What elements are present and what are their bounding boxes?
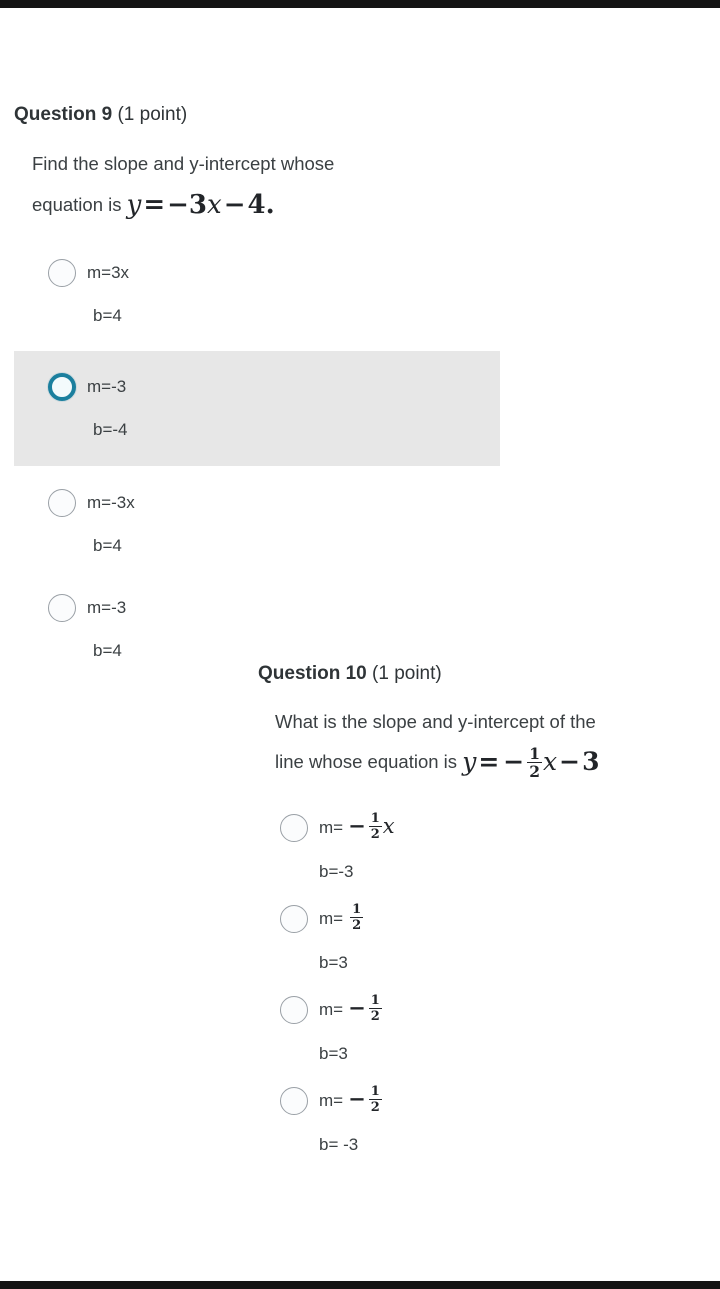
q9-option-1[interactable]: m=3x b=4 xyxy=(14,253,514,332)
q10-option-1-fraction: 12 xyxy=(368,811,382,843)
q10-option-2-intercept: b=3 xyxy=(319,953,348,973)
question-10-stem-line-2: line whose equation is y= −1 2 x−3 xyxy=(275,739,715,785)
q10-option-1-intercept: b=-3 xyxy=(319,862,354,882)
equation-minus-2: − xyxy=(559,747,581,777)
equation-equals: = xyxy=(478,747,500,777)
q10-option-3-fraction-denominator: 2 xyxy=(370,1009,380,1025)
equation-constant: 3 xyxy=(582,747,600,777)
q10-option-3-slope-math: −1 2 xyxy=(346,993,383,1025)
question-9-stem-line-1: Find the slope and y-intercept whose xyxy=(32,152,335,174)
q10-option-2[interactable]: m= 12 b=3 xyxy=(280,902,710,973)
q10-option-4-slope-math: −1 2 xyxy=(346,1084,383,1116)
q10-option-4[interactable]: m= −1 2 b= -3 xyxy=(280,1084,710,1155)
equation-lhs: y xyxy=(462,747,477,777)
q9-option-3[interactable]: m=-3x b=4 xyxy=(14,483,514,562)
question-10-block: Question 10 (1 point) What is the slope … xyxy=(258,663,710,1155)
q10-option-2-radio-icon[interactable] xyxy=(280,904,308,933)
q10-option-2-fraction: 12 xyxy=(350,902,364,934)
q10-option-2-slope-math: 12 xyxy=(345,902,364,934)
q10-option-1-minus: − xyxy=(348,813,366,839)
equation-terms: −3x−4 xyxy=(167,190,266,221)
q9-option-4[interactable]: m=-3 b=4 xyxy=(14,588,514,667)
q9-option-2-radio-icon[interactable] xyxy=(48,373,76,402)
q10-option-3-intercept: b=3 xyxy=(319,1044,348,1064)
q9-option-3-slope: m=-3x xyxy=(87,493,135,513)
q10-option-2-minus xyxy=(345,904,349,929)
q10-option-2-slope-prefix: m= xyxy=(319,908,344,928)
q10-option-1-variable: x xyxy=(382,814,395,839)
q10-option-4-fraction-denominator: 2 xyxy=(370,1100,380,1116)
equation-equals: = xyxy=(143,190,166,221)
q10-option-1-radio-icon[interactable] xyxy=(280,813,308,842)
q9-option-4-slope: m=-3 xyxy=(87,598,127,618)
question-10-points: (1 point) xyxy=(372,663,442,684)
question-9-block: Question 9 (1 point) Find the slope and … xyxy=(14,104,514,667)
question-10-heading: Question 10 (1 point) xyxy=(258,663,710,686)
q10-option-4-slope-prefix: m= xyxy=(319,1090,344,1110)
q10-option-2-fraction-numerator: 1 xyxy=(350,902,364,919)
q9-option-2-intercept: b=-4 xyxy=(93,420,128,440)
q10-option-3-fraction-numerator: 1 xyxy=(368,993,382,1010)
q10-option-3[interactable]: m= −1 2 b=3 xyxy=(280,993,710,1064)
equation-variable: x xyxy=(543,747,558,777)
equation-period: . xyxy=(265,190,275,221)
bottom-black-bar xyxy=(0,1281,720,1289)
equation-fraction-numerator: 1 xyxy=(527,743,543,764)
question-9-heading: Question 9 (1 point) xyxy=(14,104,514,127)
q10-option-4-fraction: 12 xyxy=(368,1084,382,1116)
question-9-stem-line-2: equation is y=−3x−4. xyxy=(32,181,452,229)
q9-option-4-intercept: b=4 xyxy=(93,641,122,661)
q10-option-3-fraction: 12 xyxy=(368,993,382,1025)
q10-option-4-intercept: b= -3 xyxy=(319,1135,359,1155)
q10-option-1-slope-math: −1 2 x xyxy=(346,811,395,843)
q9-option-1-radio-icon[interactable] xyxy=(48,259,76,288)
q10-option-4-radio-icon[interactable] xyxy=(280,1086,308,1115)
question-9-equation: y=−3x−4. xyxy=(127,181,275,229)
question-10-stem-line-1: What is the slope and y-intercept of the xyxy=(275,710,596,732)
equation-minus: − xyxy=(503,747,525,777)
question-9-stem: Find the slope and y-intercept whose equ… xyxy=(32,147,452,229)
q9-option-3-radio-icon[interactable] xyxy=(48,489,76,518)
q9-option-3-intercept: b=4 xyxy=(93,536,122,556)
top-black-bar xyxy=(0,0,720,8)
question-9-points: (1 point) xyxy=(117,104,188,125)
equation-fraction: 12 xyxy=(527,743,543,782)
equation-fraction-denominator: 2 xyxy=(529,762,541,782)
q10-option-4-fraction-numerator: 1 xyxy=(368,1084,382,1101)
question-10-stem-prefix: line whose equation is xyxy=(275,751,458,773)
q10-option-3-slope-prefix: m= xyxy=(319,999,344,1019)
equation-lhs: y xyxy=(126,190,142,221)
q9-option-1-slope: m=3x xyxy=(87,263,130,283)
quiz-page: Question 9 (1 point) Find the slope and … xyxy=(0,8,720,1281)
question-9-stem-prefix: equation is xyxy=(32,194,122,216)
q10-option-1[interactable]: m= −1 2 x b=-3 xyxy=(280,811,710,882)
question-10-stem: What is the slope and y-intercept of the… xyxy=(275,705,715,785)
q10-option-1-fraction-numerator: 1 xyxy=(368,811,382,828)
q10-option-2-fraction-denominator: 2 xyxy=(352,918,362,934)
question-10-label: Question 10 xyxy=(258,663,367,684)
q9-option-1-intercept: b=4 xyxy=(93,306,122,326)
q10-option-3-radio-icon[interactable] xyxy=(280,995,308,1024)
q9-option-2[interactable]: m=-3 b=-4 xyxy=(14,351,500,467)
q9-option-4-radio-icon[interactable] xyxy=(48,594,76,623)
q10-option-1-fraction-denominator: 2 xyxy=(370,827,380,843)
q10-option-4-minus: − xyxy=(348,1086,366,1112)
q10-option-1-slope-prefix: m= xyxy=(319,817,344,837)
q10-option-3-minus: − xyxy=(348,995,366,1021)
question-9-label: Question 9 xyxy=(14,104,113,125)
question-10-equation: y= −1 2 x−3 xyxy=(462,739,599,785)
q9-option-2-slope: m=-3 xyxy=(87,377,127,397)
